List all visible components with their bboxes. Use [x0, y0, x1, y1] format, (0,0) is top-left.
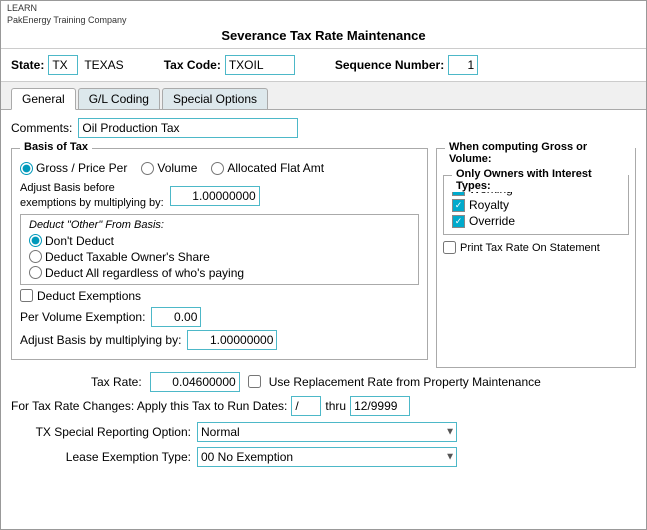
radio-deduct-all[interactable]: Deduct All regardless of who's paying	[29, 266, 410, 280]
deduct-exemptions-row: Deduct Exemptions	[20, 289, 419, 303]
radio-dont-deduct[interactable]: Don't Deduct	[29, 234, 410, 248]
seqnum-label: Sequence Number:	[335, 58, 444, 72]
radio-allocated-label: Allocated Flat Amt	[227, 161, 324, 175]
basis-of-tax-box: Basis of Tax Gross / Price Per Volume	[11, 148, 428, 360]
tab-gl-coding[interactable]: G/L Coding	[78, 88, 160, 109]
radio-all-label: Deduct All regardless of who's paying	[45, 266, 244, 280]
per-vol-label: Per Volume Exemption:	[20, 310, 145, 324]
basis-title: Basis of Tax	[20, 141, 92, 153]
tabs-bar: General G/L Coding Special Options	[1, 82, 646, 110]
main-content: Comments: Basis of Tax Gross / Price Per	[1, 110, 646, 529]
tax-rate-label: Tax Rate:	[91, 375, 142, 389]
lease-exemption-row: Lease Exemption Type: 00 No Exemption Ot…	[11, 447, 636, 467]
title-bar: LEARN PakEnergy Training Company Severan…	[1, 1, 646, 49]
special-reporting-select-wrapper: Normal Other ▼	[197, 422, 457, 442]
print-row: Print Tax Rate On Statement	[443, 241, 629, 254]
special-reporting-row: TX Special Reporting Option: Normal Othe…	[11, 422, 636, 442]
deduct-box: Deduct "Other" From Basis: Don't Deduct …	[20, 214, 419, 285]
tab-general[interactable]: General	[11, 88, 76, 110]
adjust-label: Adjust Basis beforeexemptions by multipl…	[20, 181, 164, 210]
run-dates-row: For Tax Rate Changes: Apply this Tax to …	[11, 396, 636, 416]
per-vol-input[interactable]	[151, 307, 201, 327]
deduct-title: Deduct "Other" From Basis:	[29, 219, 410, 231]
per-vol-row: Per Volume Exemption:	[20, 307, 419, 327]
comments-input[interactable]	[78, 118, 298, 138]
radio-allocated-input[interactable]	[211, 162, 224, 175]
radio-gross-input[interactable]	[20, 162, 33, 175]
check-override: ✓ Override	[452, 214, 620, 228]
radio-gross[interactable]: Gross / Price Per	[20, 161, 127, 175]
adjust-basis-input[interactable]	[187, 330, 277, 350]
main-window: LEARN PakEnergy Training Company Severan…	[0, 0, 647, 530]
radio-volume-input[interactable]	[141, 162, 154, 175]
state-code-input[interactable]	[48, 55, 78, 75]
royalty-label: Royalty	[469, 198, 509, 212]
run-dates-label: For Tax Rate Changes: Apply this Tax to …	[11, 399, 287, 413]
bottom-rows: TX Special Reporting Option: Normal Othe…	[11, 422, 636, 467]
replacement-label: Use Replacement Rate from Property Maint…	[269, 375, 541, 389]
radio-taxable[interactable]: Deduct Taxable Owner's Share	[29, 250, 410, 264]
state-label: State:	[11, 58, 44, 72]
basis-radio-group: Gross / Price Per Volume Allocated Flat …	[20, 161, 419, 175]
radio-allocated[interactable]: Allocated Flat Amt	[211, 161, 324, 175]
radio-dont-label: Don't Deduct	[45, 234, 114, 248]
special-reporting-select[interactable]: Normal Other	[197, 422, 457, 442]
when-computing-title: When computing Gross or Volume:	[445, 141, 635, 165]
tax-rate-input[interactable]	[150, 372, 240, 392]
lease-exemption-select[interactable]: 00 No Exemption Other	[197, 447, 457, 467]
lease-exemption-select-wrapper: 00 No Exemption Other ▼	[197, 447, 457, 467]
adjust-multiply-input[interactable]	[170, 186, 260, 206]
run-dates-thru-input[interactable]	[350, 396, 410, 416]
seqnum-input[interactable]	[448, 55, 478, 75]
state-group: State: TEXAS	[11, 55, 124, 75]
deduct-exemptions-checkbox[interactable]	[20, 289, 33, 302]
interest-box: Only Owners with Interest Types: ✓ Worki…	[443, 175, 629, 235]
comments-label: Comments:	[11, 121, 72, 135]
royalty-checkbox[interactable]: ✓	[452, 199, 465, 212]
check-royalty: ✓ Royalty	[452, 198, 620, 212]
replacement-checkbox[interactable]	[248, 375, 261, 388]
taxcode-group: Tax Code:	[164, 55, 295, 75]
radio-dont-input[interactable]	[29, 234, 42, 247]
state-name: TEXAS	[84, 58, 123, 72]
page-title: Severance Tax Rate Maintenance	[7, 26, 640, 46]
run-dates-from-input[interactable]	[291, 396, 321, 416]
interest-title: Only Owners with Interest Types:	[452, 168, 628, 192]
right-col: When computing Gross or Volume: Only Own…	[436, 148, 636, 368]
radio-volume[interactable]: Volume	[141, 161, 197, 175]
basis-section: Basis of Tax Gross / Price Per Volume	[11, 148, 636, 368]
special-reporting-label: TX Special Reporting Option:	[11, 425, 191, 439]
radio-all-input[interactable]	[29, 266, 42, 279]
radio-taxable-label: Deduct Taxable Owner's Share	[45, 250, 210, 264]
thru-label: thru	[325, 399, 346, 413]
company-line2: PakEnergy Training Company	[7, 15, 640, 27]
lease-exemption-label: Lease Exemption Type:	[11, 450, 191, 464]
radio-gross-label: Gross / Price Per	[36, 161, 127, 175]
taxcode-label: Tax Code:	[164, 58, 221, 72]
adjust-basis-label: Adjust Basis by multiplying by:	[20, 333, 181, 347]
company-line1: LEARN	[7, 3, 640, 15]
override-checkbox[interactable]: ✓	[452, 215, 465, 228]
top-fields: State: TEXAS Tax Code: Sequence Number:	[1, 49, 646, 82]
radio-taxable-input[interactable]	[29, 250, 42, 263]
tab-special-options[interactable]: Special Options	[162, 88, 268, 109]
print-label: Print Tax Rate On Statement	[460, 242, 600, 254]
override-label: Override	[469, 214, 515, 228]
radio-volume-label: Volume	[157, 161, 197, 175]
print-checkbox[interactable]	[443, 241, 456, 254]
adjust-basis-row: Adjust Basis by multiplying by:	[20, 330, 419, 350]
deduct-exemptions-label: Deduct Exemptions	[37, 289, 141, 303]
tax-rate-row: Tax Rate: Use Replacement Rate from Prop…	[11, 372, 636, 392]
adjust-multiply-row: Adjust Basis beforeexemptions by multipl…	[20, 181, 419, 210]
deduct-radio-stack: Don't Deduct Deduct Taxable Owner's Shar…	[29, 234, 410, 280]
company-info: LEARN PakEnergy Training Company	[7, 3, 640, 26]
taxcode-input[interactable]	[225, 55, 295, 75]
seqnum-group: Sequence Number:	[335, 55, 478, 75]
left-col: Basis of Tax Gross / Price Per Volume	[11, 148, 428, 368]
comments-row: Comments:	[11, 118, 636, 138]
